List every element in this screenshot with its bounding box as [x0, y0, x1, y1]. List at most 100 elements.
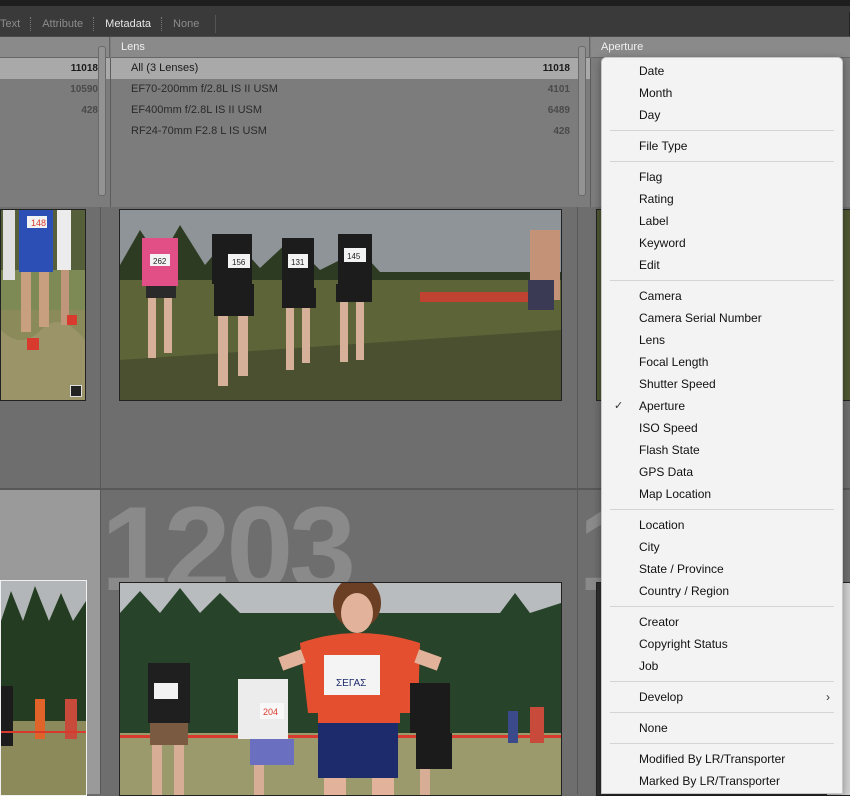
- filter-tab-metadata[interactable]: Metadata: [95, 15, 161, 33]
- menu-item-edit[interactable]: Edit: [602, 254, 842, 276]
- menu-item-label: File Type: [639, 139, 688, 153]
- menu-item-label: Day: [639, 108, 661, 122]
- menu-item-label: Shutter Speed: [639, 377, 716, 391]
- menu-item-marked-by-lr-transporter[interactable]: Marked By LR/Transporter: [602, 770, 842, 792]
- menu-item-label: ISO Speed: [639, 421, 698, 435]
- menu-item-lens[interactable]: Lens: [602, 329, 842, 351]
- menu-item-location[interactable]: Location: [602, 514, 842, 536]
- lens-item[interactable]: EF400mm f/2.8L IS II USM 6489: [111, 100, 590, 121]
- lens-item[interactable]: EF70-200mm f/2.8L IS II USM 4101: [111, 79, 590, 100]
- edit-badge-icon: [70, 385, 82, 397]
- menu-item-label: Flash State: [639, 443, 700, 457]
- photo-thumbnail[interactable]: [0, 580, 87, 796]
- menu-item-label: Job: [639, 659, 659, 673]
- menu-item-flash-state[interactable]: Flash State: [602, 439, 842, 461]
- menu-item-label: Keyword: [639, 236, 686, 250]
- filter-tabs: Text Attribute Metadata None: [0, 14, 217, 34]
- menu-item-label: Country / Region: [639, 584, 730, 598]
- menu-item-label: Camera Serial Number: [639, 311, 762, 325]
- menu-item-keyword[interactable]: Keyword: [602, 232, 842, 254]
- menu-item-label: Label: [639, 214, 669, 228]
- menu-item-copyright-status[interactable]: Copyright Status: [602, 633, 842, 655]
- menu-item-none[interactable]: None: [602, 717, 842, 739]
- scrollbar[interactable]: [98, 46, 106, 196]
- item-count: 6489: [547, 105, 570, 116]
- menu-item-label: Rating: [639, 192, 674, 206]
- menu-item-label[interactable]: Label: [602, 210, 842, 232]
- menu-item-modified-by-lr-transporter[interactable]: Modified By LR/Transporter: [602, 748, 842, 770]
- menu-item-label: Lens: [639, 333, 666, 347]
- scrollbar[interactable]: [578, 46, 586, 196]
- checkmark-icon: ✓: [614, 400, 624, 412]
- library-filter-bar: Text Attribute Metadata None: [0, 0, 850, 37]
- lens-item-all[interactable]: All (3 Lenses) 11018: [111, 58, 590, 79]
- item-count: 11018: [70, 63, 98, 74]
- column-header-left[interactable]: [0, 37, 110, 58]
- photo-thumbnail[interactable]: 262 156 131 145: [119, 209, 562, 401]
- menu-separator: [610, 743, 834, 744]
- menu-separator: [610, 161, 834, 162]
- svg-text:145: 145: [347, 252, 361, 261]
- menu-item-rating[interactable]: Rating: [602, 188, 842, 210]
- item-count: 10590: [70, 84, 98, 95]
- menu-item-city[interactable]: City: [602, 536, 842, 558]
- column-header-lens[interactable]: Lens: [111, 37, 590, 58]
- menu-item-aperture[interactable]: ✓ Aperture: [602, 395, 842, 417]
- menu-separator: [610, 280, 834, 281]
- menu-item-shutter-speed[interactable]: Shutter Speed: [602, 373, 842, 395]
- filter-tab-none[interactable]: None: [163, 15, 209, 33]
- menu-separator: [610, 681, 834, 682]
- menu-item-label: City: [639, 540, 660, 554]
- menu-item-file-type[interactable]: File Type: [602, 135, 842, 157]
- menu-item-camera-serial-number[interactable]: Camera Serial Number: [602, 307, 842, 329]
- item-label: RF24-70mm F2.8 L IS USM: [131, 125, 267, 137]
- photo-thumbnail[interactable]: 204 ΣΕΓΑΣ: [119, 582, 562, 796]
- filter-tab-attribute[interactable]: Attribute: [32, 15, 93, 33]
- item-count: 4101: [547, 84, 570, 95]
- menu-item-country-region[interactable]: Country / Region: [602, 580, 842, 602]
- menu-item-iso-speed[interactable]: ISO Speed: [602, 417, 842, 439]
- menu-item-map-location[interactable]: Map Location: [602, 483, 842, 505]
- svg-text:204: 204: [263, 707, 278, 717]
- lens-item[interactable]: RF24-70mm F2.8 L IS USM 428: [111, 121, 590, 142]
- menu-item-label: Develop: [639, 690, 684, 704]
- menu-item-creator[interactable]: Creator: [602, 611, 842, 633]
- item-count: 428: [81, 105, 98, 116]
- menu-item-day[interactable]: Day: [602, 104, 842, 126]
- menu-item-month[interactable]: Month: [602, 82, 842, 104]
- menu-item-label: State / Province: [639, 562, 724, 576]
- menu-separator: [610, 606, 834, 607]
- tab-divider: [215, 15, 217, 33]
- list-item[interactable]: 11018: [0, 58, 110, 79]
- menu-item-state-province[interactable]: State / Province: [602, 558, 842, 580]
- menu-item-focal-length[interactable]: Focal Length: [602, 351, 842, 373]
- menu-item-label: Date: [639, 64, 665, 78]
- photo-thumbnail[interactable]: 148: [0, 209, 86, 401]
- menu-item-label: Copyright Status: [639, 637, 728, 651]
- menu-separator: [610, 130, 834, 131]
- list-item[interactable]: 428: [0, 100, 110, 121]
- menu-item-label: Aperture: [639, 399, 686, 413]
- menu-item-job[interactable]: Job: [602, 655, 842, 677]
- list-item[interactable]: 10590: [0, 79, 110, 100]
- metadata-column-lens: All (3 Lenses) 11018 EF70-200mm f/2.8L I…: [111, 46, 591, 207]
- menu-item-develop[interactable]: Develop ›: [602, 686, 842, 708]
- item-count: 11018: [542, 63, 570, 74]
- column-header-aperture[interactable]: Aperture: [591, 37, 850, 58]
- menu-item-label: Edit: [639, 258, 660, 272]
- menu-item-label: None: [639, 721, 668, 735]
- column-type-context-menu: Date Month Day File Type Flag Rating Label Keyw…: [601, 57, 843, 794]
- metadata-column-left: 11018 10590 428: [0, 46, 111, 207]
- menu-item-date[interactable]: Date: [602, 60, 842, 82]
- menu-item-flag[interactable]: Flag: [602, 166, 842, 188]
- menu-separator: [610, 509, 834, 510]
- menu-item-label: Camera: [639, 289, 682, 303]
- filter-tab-text[interactable]: Text: [0, 15, 30, 33]
- svg-text:ΣΕΓΑΣ: ΣΕΓΑΣ: [336, 678, 366, 689]
- menu-item-label: Map Location: [639, 487, 712, 501]
- aperture-header-label: Aperture: [601, 41, 644, 53]
- menu-item-gps-data[interactable]: GPS Data: [602, 461, 842, 483]
- menu-item-label: Creator: [639, 615, 680, 629]
- menu-separator: [610, 712, 834, 713]
- menu-item-camera[interactable]: Camera: [602, 285, 842, 307]
